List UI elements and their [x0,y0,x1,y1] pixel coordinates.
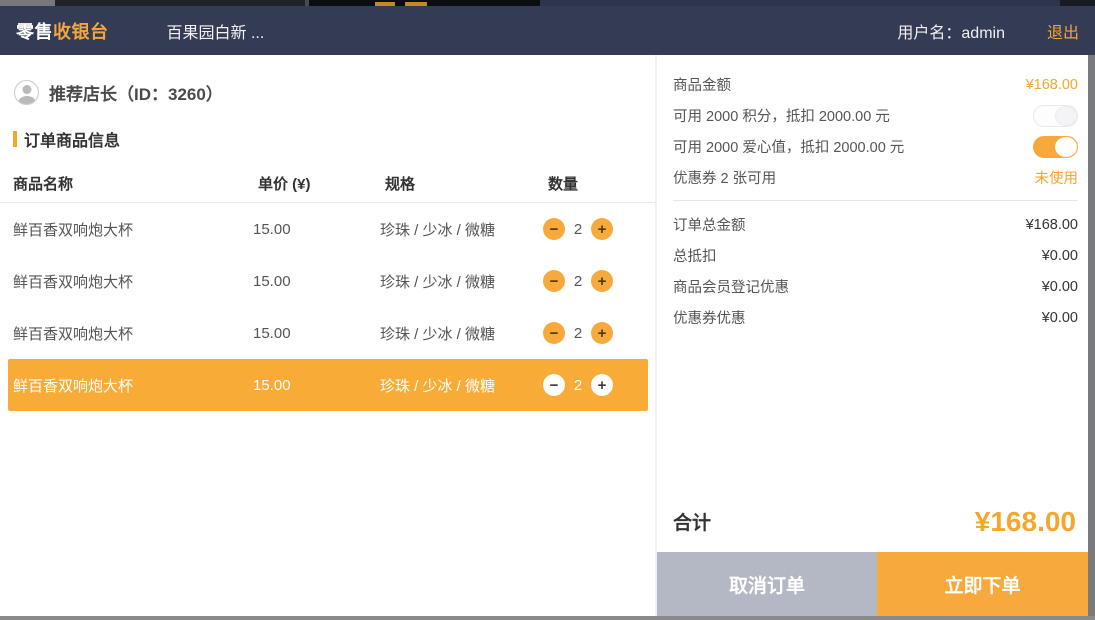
product-price: 15.00 [253,273,380,290]
total-deduction-row: 总抵扣 ¥0.00 [673,240,1078,271]
member-row: 推荐店长（ID：3260） [0,55,655,105]
header-spec: 规格 [385,173,548,194]
plus-button[interactable]: + [591,374,613,396]
product-name: 鲜百香双响炮大杯 [13,375,253,396]
product-price: 15.00 [253,325,380,342]
quantity-value: 2 [573,325,583,342]
logout-button[interactable]: 退出 [1047,19,1079,43]
table-row[interactable]: 鲜百香双响炮大杯 15.00 珍珠 / 少冰 / 微糖 − 2 + [8,307,648,359]
product-spec: 珍珠 / 少冰 / 微糖 [380,323,543,344]
product-spec: 珍珠 / 少冰 / 微糖 [380,271,543,292]
order-total-value: ¥168.00 [1026,217,1078,233]
section-title-text: 订单商品信息 [24,127,120,151]
minus-button[interactable]: − [543,374,565,396]
cancel-order-button[interactable]: 取消订单 [657,552,877,616]
minus-button[interactable]: − [543,218,565,240]
plus-button[interactable]: + [591,322,613,344]
quantity-value: 2 [573,273,583,290]
grand-total-label: 合计 [673,508,711,538]
header-product-name: 商品名称 [13,173,258,194]
app-title-accent: 收银台 [53,22,109,42]
product-price: 15.00 [253,221,380,238]
plus-button[interactable]: + [591,218,613,240]
table-row[interactable]: 鲜百香双响炮大杯 15.00 珍珠 / 少冰 / 微糖 − 2 + [8,255,648,307]
quantity-stepper: − 2 + [543,218,648,240]
quantity-stepper: − 2 + [543,270,648,292]
product-name: 鲜百香双响炮大杯 [13,271,253,292]
goods-amount-value: ¥168.00 [1026,77,1078,93]
total-deduction-label: 总抵扣 [673,245,717,266]
coupon-label: 优惠券 2 张可用 [673,167,776,188]
order-panel: 推荐店长（ID：3260） 订单商品信息 商品名称 单价 (¥) 规格 数量 鲜… [0,55,657,616]
grand-total-value: ¥168.00 [975,506,1076,538]
top-navbar: 零售收银台 百果园白新 ... 用户名：admin 退出 [0,6,1095,55]
action-buttons: 取消订单 立即下单 [657,552,1088,616]
quantity-stepper: − 2 + [543,322,648,344]
order-items-section-title: 订单商品信息 [13,127,655,151]
coupon-discount-row: 优惠券优惠 ¥0.00 [673,302,1078,333]
total-deduction-value: ¥0.00 [1042,248,1078,264]
minus-button[interactable]: − [543,322,565,344]
quantity-stepper: − 2 + [543,374,648,396]
table-row-selected[interactable]: 鲜百香双响炮大杯 15.00 珍珠 / 少冰 / 微糖 − 2 + [8,359,648,411]
pos-checkout-screen: 零售收银台 百果园白新 ... 用户名：admin 退出 推荐店长（ID：326… [0,0,1095,620]
product-price: 15.00 [253,377,380,394]
minus-button[interactable]: − [543,270,565,292]
points-row: 可用 2000 积分，抵扣 2000.00 元 [673,100,1078,131]
window-bottom-edge [0,616,1095,620]
toggle-knob [1055,137,1077,157]
navbar-right: 用户名：admin 退出 [897,19,1079,43]
order-items-table: 商品名称 单价 (¥) 规格 数量 鲜百香双响炮大杯 15.00 珍珠 / 少冰… [0,165,655,411]
user-avatar-icon [14,80,39,105]
love-points-toggle[interactable] [1033,136,1078,158]
goods-amount-label: 商品金额 [673,74,731,95]
product-spec: 珍珠 / 少冰 / 微糖 [380,219,543,240]
member-discount-row: 商品会员登记优惠 ¥0.00 [673,271,1078,302]
spacer [673,333,1078,506]
main-area: 推荐店长（ID：3260） 订单商品信息 商品名称 单价 (¥) 规格 数量 鲜… [0,55,1088,616]
goods-amount-row: 商品金额 ¥168.00 [673,69,1078,100]
coupon-status[interactable]: 未使用 [1035,167,1079,188]
grand-total-row: 合计 ¥168.00 [673,506,1078,538]
quantity-value: 2 [573,221,583,238]
summary-divider [673,200,1078,201]
table-row[interactable]: 鲜百香双响炮大杯 15.00 珍珠 / 少冰 / 微糖 − 2 + [8,203,648,255]
order-total-row: 订单总金额 ¥168.00 [673,209,1078,240]
coupon-discount-value: ¥0.00 [1042,310,1078,326]
points-toggle[interactable] [1033,105,1078,127]
section-accent-bar [13,131,17,147]
order-total-label: 订单总金额 [673,214,746,235]
product-name: 鲜百香双响炮大杯 [13,323,253,344]
window-scrollbar[interactable] [1088,55,1095,616]
app-title: 零售收银台 [16,18,109,44]
plus-button[interactable]: + [591,270,613,292]
toggle-knob [1055,106,1077,126]
coupon-row: 优惠券 2 张可用 未使用 [673,162,1078,193]
coupon-discount-label: 优惠券优惠 [673,307,746,328]
product-spec: 珍珠 / 少冰 / 微糖 [380,375,543,396]
member-discount-label: 商品会员登记优惠 [673,276,789,297]
submit-order-button[interactable]: 立即下单 [877,552,1088,616]
header-quantity: 数量 [548,173,648,194]
quantity-value: 2 [573,377,583,394]
love-points-row: 可用 2000 爱心值，抵扣 2000.00 元 [673,131,1078,162]
recommender-label: 推荐店长（ID：3260） [49,80,223,105]
username-label: 用户名：admin [897,19,1005,43]
store-name[interactable]: 百果园白新 ... [167,19,265,43]
member-discount-value: ¥0.00 [1042,279,1078,295]
table-header-row: 商品名称 单价 (¥) 规格 数量 [0,165,655,203]
app-title-plain: 零售 [16,22,53,42]
summary-panel: 商品金额 ¥168.00 可用 2000 积分，抵扣 2000.00 元 可用 … [657,55,1088,616]
product-name: 鲜百香双响炮大杯 [13,219,253,240]
points-label: 可用 2000 积分，抵扣 2000.00 元 [673,105,890,126]
love-points-label: 可用 2000 爱心值，抵扣 2000.00 元 [673,136,904,157]
header-unit-price: 单价 (¥) [258,173,385,194]
